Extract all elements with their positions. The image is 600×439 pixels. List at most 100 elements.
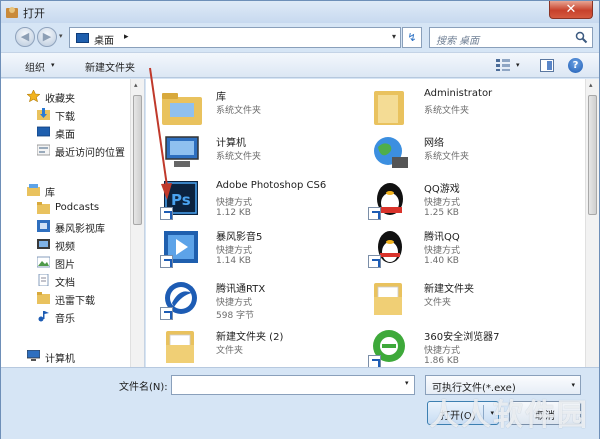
open-file-dialog: 打开 ✕ ◀ ▶ ▾ 桌面 ▸ ▾ ↯ 搜索 桌面 组织 ▾ 新建文件夹 ▾ ?… xyxy=(0,0,600,439)
file-item[interactable]: 腾讯QQ 快捷方式 1.40 KB xyxy=(368,225,573,273)
watermark-text: 人人软件园 xyxy=(429,398,589,433)
sidebar-group-label: 收藏夹 xyxy=(45,94,75,105)
file-type: 系统文件夹 xyxy=(424,106,470,116)
file-type: 文件夹 xyxy=(424,298,452,308)
scrollbar-thumb[interactable] xyxy=(588,95,597,215)
preview-pane-button[interactable] xyxy=(540,59,554,72)
music-note-icon xyxy=(37,310,50,322)
filename-label: 文件名(N): xyxy=(119,382,168,393)
file-item[interactable]: 360安全浏览器7 快捷方式 1.86 KB xyxy=(368,325,573,367)
sidebar-item-downloads[interactable]: 下载 xyxy=(1,105,131,123)
navigation-scrollbar[interactable]: ▴ xyxy=(130,79,144,367)
sidebar-item-desktop[interactable]: 桌面 xyxy=(1,123,131,141)
file-item[interactable]: Ps Adobe Photoshop CS6 快捷方式 1.12 KB xyxy=(160,177,365,225)
sidebar-item-baofeng-library[interactable]: 暴风影视库 xyxy=(1,217,131,235)
view-options-icon[interactable] xyxy=(496,59,510,71)
navigation-pane: 收藏夹 下载 桌面 最近访问的位置 库 Podcasts 暴风影视库 视频 图片… xyxy=(1,79,145,367)
sidebar-item-pictures[interactable]: 图片 xyxy=(1,253,131,271)
file-size: 598 字节 xyxy=(216,311,255,321)
refresh-button[interactable]: ↯ xyxy=(402,27,422,48)
search-placeholder: 搜索 桌面 xyxy=(436,36,480,47)
scroll-up-icon[interactable]: ▴ xyxy=(134,81,138,89)
file-item[interactable]: 网络 系统文件夹 xyxy=(368,131,573,179)
sidebar-group-libraries[interactable]: 库 xyxy=(1,181,131,199)
scrollbar-thumb[interactable] xyxy=(133,95,142,225)
sidebar-item-label: 最近访问的位置 xyxy=(55,148,125,159)
app-icon xyxy=(6,7,18,18)
file-item[interactable]: 新建文件夹 文件夹 xyxy=(368,277,573,325)
command-bar: 组织 ▾ 新建文件夹 ▾ ? xyxy=(1,52,599,78)
picture-icon xyxy=(36,256,51,268)
file-size: 1.40 KB xyxy=(424,256,459,266)
organize-button[interactable]: 组织 xyxy=(25,59,45,74)
file-item[interactable]: 库 系统文件夹 xyxy=(160,85,365,133)
file-name: 腾讯QQ xyxy=(424,232,460,243)
chevron-down-icon[interactable]: ▾ xyxy=(571,381,575,389)
library-icon xyxy=(27,184,40,196)
filename-dropdown-icon[interactable]: ▾ xyxy=(405,379,409,387)
file-type: 系统文件夹 xyxy=(216,106,262,116)
file-list-scrollbar[interactable]: ▴ xyxy=(585,79,599,367)
file-item[interactable]: 计算机 系统文件夹 xyxy=(160,131,365,179)
scroll-up-icon[interactable]: ▴ xyxy=(589,81,593,89)
file-type: 快捷方式 xyxy=(424,346,461,356)
file-type: 文件夹 xyxy=(216,346,244,356)
file-name: 暴风影音5 xyxy=(216,232,263,243)
sidebar-item-videos[interactable]: 视频 xyxy=(1,235,131,253)
file-name: 新建文件夹 xyxy=(424,284,474,295)
close-button[interactable]: ✕ xyxy=(549,1,593,19)
video-library-icon xyxy=(37,220,50,232)
file-item[interactable]: QQ游戏 快捷方式 1.25 KB xyxy=(368,177,573,225)
file-type: 系统文件夹 xyxy=(216,152,262,162)
file-type: 快捷方式 xyxy=(216,298,253,308)
folder-icon xyxy=(374,283,402,315)
sidebar-item-label: 文档 xyxy=(55,278,75,289)
file-name: 库 xyxy=(216,92,226,103)
file-item[interactable]: 新建文件夹 (2) 文件夹 xyxy=(160,325,365,367)
back-button[interactable]: ◀ xyxy=(15,27,35,47)
sidebar-item-music[interactable]: 音乐 xyxy=(1,307,131,325)
file-size: 1.86 KB xyxy=(424,356,459,366)
new-folder-button[interactable]: 新建文件夹 xyxy=(85,59,135,74)
sidebar-item-recent-places[interactable]: 最近访问的位置 xyxy=(1,141,131,159)
address-location[interactable]: 桌面 xyxy=(94,32,114,47)
sidebar-item-label: 桌面 xyxy=(55,130,75,141)
forward-button[interactable]: ▶ xyxy=(37,27,57,47)
file-item[interactable]: Administrator 系统文件夹 xyxy=(368,85,573,133)
sidebar-item-label: 音乐 xyxy=(55,314,75,325)
shortcut-arrow-icon xyxy=(368,207,381,220)
sidebar-group-favorites[interactable]: 收藏夹 xyxy=(1,87,131,105)
file-item[interactable]: 腾讯通RTX 快捷方式 598 字节 xyxy=(160,277,365,325)
sidebar-group-computer[interactable]: 计算机 xyxy=(1,347,131,365)
sidebar-item-label: 下载 xyxy=(55,112,75,123)
sidebar-item-label: 图片 xyxy=(55,260,75,271)
chevron-down-icon[interactable]: ▾ xyxy=(51,61,55,69)
video-icon xyxy=(37,238,50,250)
folder-icon xyxy=(37,202,50,214)
download-folder-icon xyxy=(37,108,50,120)
sidebar-item-documents[interactable]: 文档 xyxy=(1,271,131,289)
library-folder-icon xyxy=(162,93,202,125)
sidebar-item-label: 暴风影视库 xyxy=(55,224,105,235)
search-input[interactable]: 搜索 桌面 xyxy=(429,27,593,48)
file-name: 腾讯通RTX xyxy=(216,284,266,295)
filename-input[interactable] xyxy=(171,375,415,395)
recent-locations-dropdown[interactable]: ▾ xyxy=(59,32,63,40)
star-icon xyxy=(26,89,41,103)
file-type: 快捷方式 xyxy=(424,198,461,208)
file-item[interactable]: 暴风影音5 快捷方式 1.14 KB xyxy=(160,225,365,273)
help-button[interactable]: ? xyxy=(568,58,583,73)
address-dropdown[interactable]: ▾ xyxy=(392,32,396,41)
sidebar-item-xunlei-downloads[interactable]: 迅雷下载 xyxy=(1,289,131,307)
folder-icon xyxy=(37,292,50,304)
sidebar-group-label: 计算机 xyxy=(45,354,75,365)
file-name: Administrator xyxy=(424,88,493,99)
file-list: 库 系统文件夹 Administrator 系统文件夹 计算机 系统文件夹 网络… xyxy=(146,79,599,367)
document-icon xyxy=(37,273,50,287)
view-dropdown-icon[interactable]: ▾ xyxy=(516,61,520,69)
shortcut-arrow-icon xyxy=(160,255,173,268)
desktop-icon xyxy=(76,33,89,43)
chevron-right-icon[interactable]: ▸ xyxy=(124,32,129,42)
sidebar-item-podcasts[interactable]: Podcasts xyxy=(1,199,131,217)
address-bar[interactable]: 桌面 ▸ ▾ xyxy=(69,27,401,48)
